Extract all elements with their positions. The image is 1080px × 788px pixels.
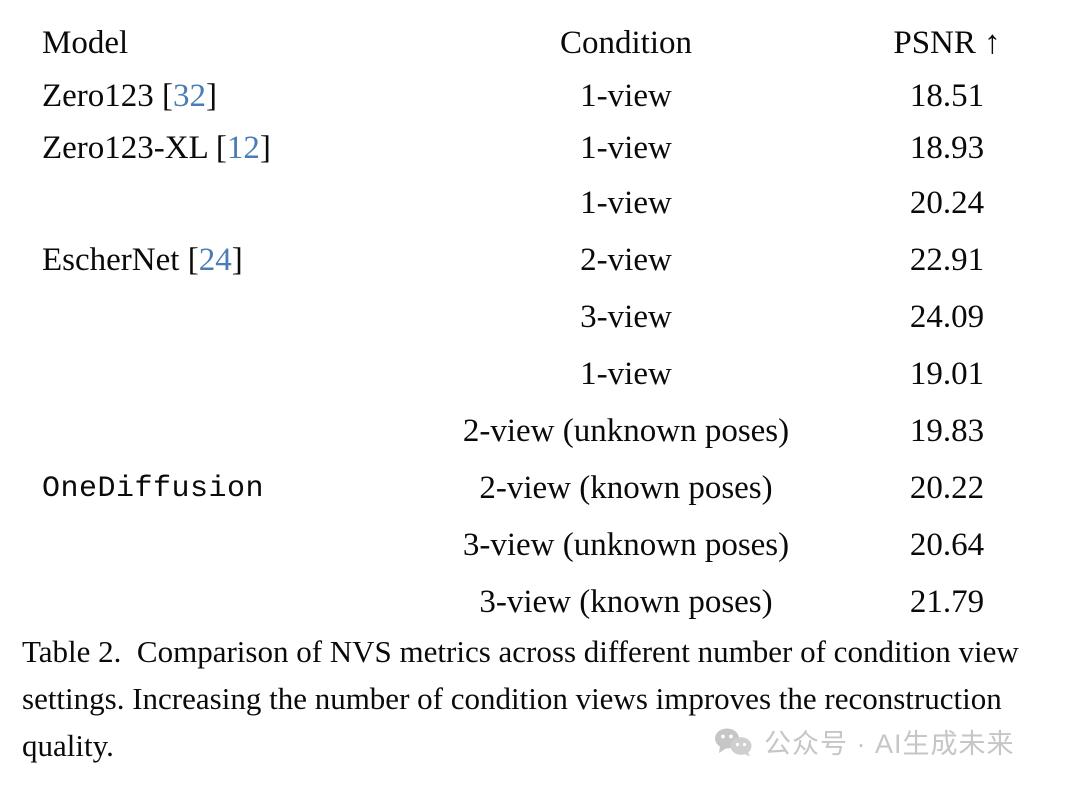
nvs-metrics-table: Model Condition PSNR ↑ Zero123 [32] 1-vi… [22,16,1058,630]
row-condition: 1-view [580,130,672,166]
row-model-label: Zero123-XL [12] [22,122,402,174]
model-name: Zero123-XL [42,130,208,166]
citation-bracket-open: [ [207,130,227,166]
column-header-model: Model [42,25,129,61]
group-model-label-eschernet: EscherNet [24] [22,174,402,345]
row-condition: 1-view [580,78,672,114]
citation-bracket-close: ] [206,78,218,114]
row-condition: 3-view [580,298,672,335]
table-header-row: Model Condition PSNR ↑ [22,16,1058,70]
group-model-label-onediffusion: OneDiffusion [22,345,402,630]
model-name: EscherNet [42,241,180,278]
row-psnr-value: 18.51 [909,78,985,114]
table-row: EscherNet [24] 1-view 20.24 [22,174,1058,278]
citation-bracket-close: ] [231,241,243,278]
wechat-icon [714,727,754,757]
citation-bracket-open: [ [179,241,199,278]
row-psnr-value: 18.93 [909,130,985,166]
nvs-metrics-table-container: Model Condition PSNR ↑ Zero123 [32] 1-vi… [22,16,1058,630]
row-condition: 3-view (unknown poses) [462,526,790,563]
row-psnr-value: 19.83 [909,412,985,449]
citation-bracket-open: [ [153,78,174,114]
column-header-psnr: PSNR ↑ [893,25,1001,61]
row-psnr-value: 21.79 [909,583,985,620]
row-condition: 1-view [580,355,672,392]
row-psnr-value: 24.09 [909,298,985,335]
row-psnr-value: 19.01 [909,355,985,392]
row-condition: 1-view [580,184,672,221]
caption-label: Table 2. [22,634,122,669]
column-header-condition: Condition [559,25,693,61]
row-psnr-value: 20.64 [909,526,985,563]
row-condition: 2-view [580,241,672,278]
model-name: Zero123 [42,78,154,114]
table-row: Zero123-XL [12] 1-view 18.93 [22,122,1058,174]
citation-number[interactable]: 32 [173,78,206,114]
watermark: 公众号 · AI生成未来 [714,722,1015,761]
citation-bracket-close: ] [259,130,271,166]
table-figure-page: Model Condition PSNR ↑ Zero123 [32] 1-vi… [0,0,1080,788]
table-row: OneDiffusion 1-view 19.01 [22,345,1058,507]
model-name: OneDiffusion [42,472,265,506]
citation-number[interactable]: 24 [199,242,232,278]
citation-number[interactable]: 12 [227,130,260,166]
row-psnr-value: 22.91 [909,241,985,278]
row-model-label: Zero123 [32] [22,70,402,122]
row-psnr-value: 20.24 [909,184,985,221]
row-condition: 2-view (unknown poses) [462,412,790,449]
row-psnr-value: 20.22 [909,469,985,506]
table-row: Zero123 [32] 1-view 18.51 [22,70,1058,122]
watermark-text: 公众号 · AI生成未来 [764,729,1015,759]
row-condition: 3-view (known poses) [479,583,773,620]
row-condition: 2-view (known poses) [479,469,773,506]
